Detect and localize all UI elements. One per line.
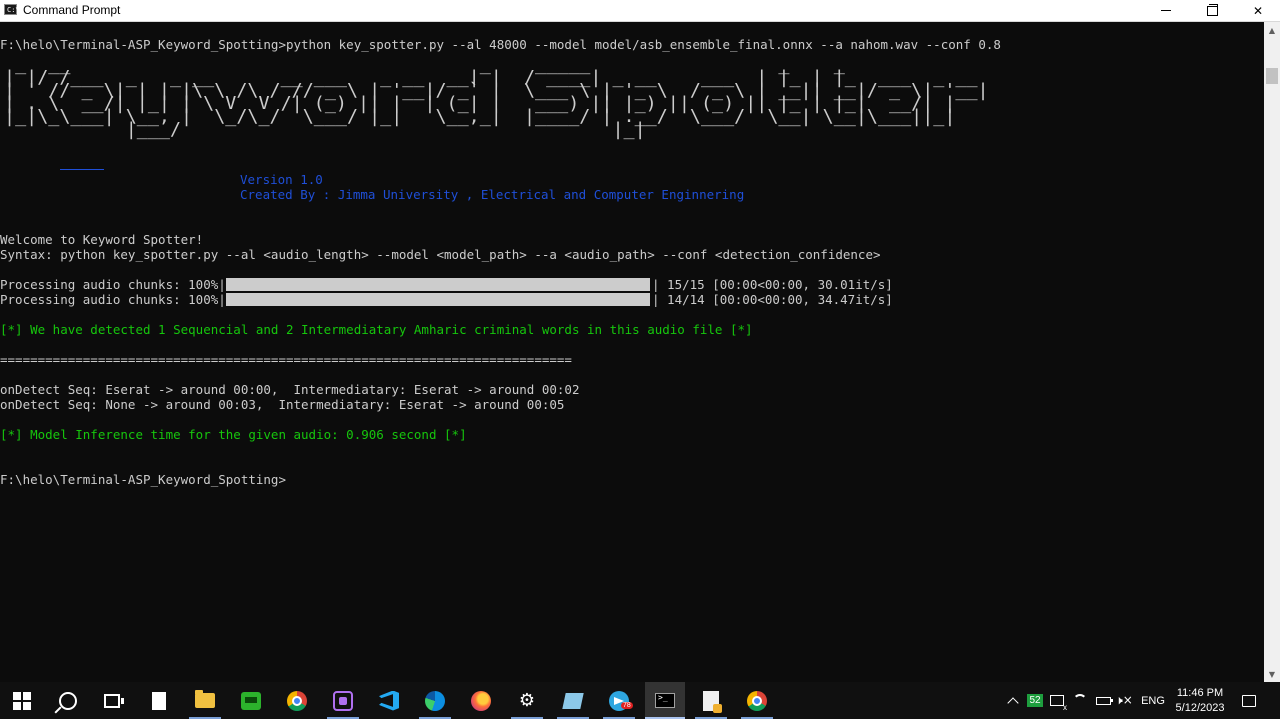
window-title: Command Prompt (23, 3, 121, 17)
show-hidden-icons-button[interactable] (1003, 682, 1023, 719)
terminal-icon (655, 693, 675, 708)
tray-app-badge[interactable]: 52 (1026, 682, 1044, 719)
file-icon (152, 691, 166, 710)
taskbar: ⚙ 78 52 🕨× ENG 11:46 PM 5/12/2023 (0, 682, 1280, 719)
restore-icon (1206, 3, 1218, 16)
chrome-icon (747, 690, 767, 711)
notification-icon (1242, 694, 1256, 707)
progress-label-2: Processing audio chunks: 100%| (0, 292, 226, 307)
progress-suffix-2: | 14/14 [00:00<00:00, 34.47it/s] (652, 292, 893, 307)
wifi-icon (1073, 693, 1087, 708)
taskbar-command-prompt[interactable] (645, 682, 685, 719)
tray-display-button[interactable] (1047, 682, 1067, 719)
banner-underline (60, 169, 104, 170)
notebook-icon (562, 692, 584, 709)
search-button[interactable] (48, 682, 88, 719)
taskbar-notebook[interactable] (553, 682, 593, 719)
restore-button[interactable] (1189, 0, 1235, 21)
taskbar-purple-app[interactable] (323, 682, 363, 719)
syntax-text: Syntax: python key_spotter.py --al <audi… (0, 247, 881, 262)
scroll-down-arrow-icon[interactable]: ▼ (1264, 666, 1280, 682)
detected-summary: [*] We have detected 1 Sequencial and 2 … (0, 322, 753, 337)
taskbar-file-explorer[interactable] (185, 682, 225, 719)
tray-network-button[interactable] (1070, 682, 1090, 719)
taskbar-green-app[interactable] (231, 682, 271, 719)
command-prompt-app-icon[interactable]: C:\ (4, 4, 20, 15)
app-icon-glyph: C:\ (7, 6, 20, 14)
inference-time: [*] Model Inference time for the given a… (0, 427, 467, 442)
tray-battery-button[interactable] (1093, 682, 1113, 719)
progress-bar-1 (226, 278, 650, 291)
chevron-up-icon (1007, 697, 1019, 709)
gear-icon: ⚙ (518, 689, 536, 711)
vertical-scrollbar[interactable]: ▲ ▼ (1264, 22, 1280, 682)
progress-suffix-1: | 15/15 [00:00<00:00, 30.01it/s] (652, 277, 893, 292)
title-bar[interactable]: C:\ Command Prompt ✕ (0, 0, 1280, 22)
version-text: Version 1.0 (240, 172, 323, 187)
console-output[interactable]: F:\helo\Terminal-ASP_Keyword_Spotting>py… (0, 22, 1264, 682)
separator-line: ========================================… (0, 352, 572, 367)
telegram-unread-badge: 78 (621, 702, 633, 709)
firefox-icon (471, 690, 491, 711)
command-line: F:\helo\Terminal-ASP_Keyword_Spotting>py… (0, 37, 1001, 52)
ascii-art-banner: _ __ _ _____ _ _ | |/ /___ _ _ __ __ ___… (4, 55, 989, 140)
close-icon: ✕ (1252, 3, 1264, 18)
close-button[interactable]: ✕ (1235, 0, 1280, 21)
notification-center-button[interactable] (1238, 682, 1260, 719)
taskbar-edge[interactable] (415, 682, 455, 719)
search-icon (59, 691, 77, 710)
purple-app-icon (333, 690, 353, 711)
progress-label-1: Processing audio chunks: 100%| (0, 277, 226, 292)
documents-icon (703, 690, 722, 713)
taskbar-vscode[interactable] (369, 682, 409, 719)
progress-bar-2 (226, 293, 650, 306)
tray-volume-button[interactable]: 🕨× (1114, 682, 1134, 719)
task-view-button[interactable] (92, 682, 132, 719)
taskbar-firefox[interactable] (461, 682, 501, 719)
clock-date: 5/12/2023 (1175, 701, 1225, 714)
detection-line-1: onDetect Seq: Eserat -> around 00:00, In… (0, 382, 580, 397)
scroll-up-arrow-icon[interactable]: ▲ (1264, 22, 1280, 38)
minimize-icon (1161, 10, 1171, 11)
tray-badge-number: 52 (1027, 694, 1043, 707)
prompt-line[interactable]: F:\helo\Terminal-ASP_Keyword_Spotting> (0, 472, 286, 487)
detection-line-2: onDetect Seq: None -> around 00:03, Inte… (0, 397, 565, 412)
task-view-icon (104, 693, 124, 708)
vscode-icon (379, 690, 399, 711)
clock-time: 11:46 PM (1176, 686, 1224, 699)
taskbar-file[interactable] (139, 682, 179, 719)
folder-icon (195, 690, 215, 708)
green-app-icon (241, 691, 261, 710)
welcome-text: Welcome to Keyword Spotter! (0, 232, 204, 247)
taskbar-documents[interactable] (691, 682, 731, 719)
start-button[interactable] (2, 682, 42, 719)
taskbar-settings[interactable]: ⚙ (507, 682, 547, 719)
taskbar-chrome[interactable] (277, 682, 317, 719)
windows-icon (13, 691, 31, 710)
chrome-icon (287, 690, 307, 711)
monitor-icon (1050, 695, 1067, 712)
language-indicator[interactable]: ENG (1138, 682, 1168, 719)
minimize-button[interactable] (1143, 0, 1189, 21)
volume-muted-icon: 🕨× (1115, 693, 1133, 707)
created-by-text: Created By : Jimma University , Electric… (240, 187, 745, 202)
taskbar-chrome-2[interactable] (737, 682, 777, 719)
scroll-thumb[interactable] (1266, 68, 1278, 84)
clock[interactable]: 11:46 PM 5/12/2023 (1168, 682, 1232, 719)
edge-icon (425, 690, 445, 711)
taskbar-telegram[interactable]: 78 (599, 682, 639, 719)
battery-icon (1095, 696, 1113, 705)
